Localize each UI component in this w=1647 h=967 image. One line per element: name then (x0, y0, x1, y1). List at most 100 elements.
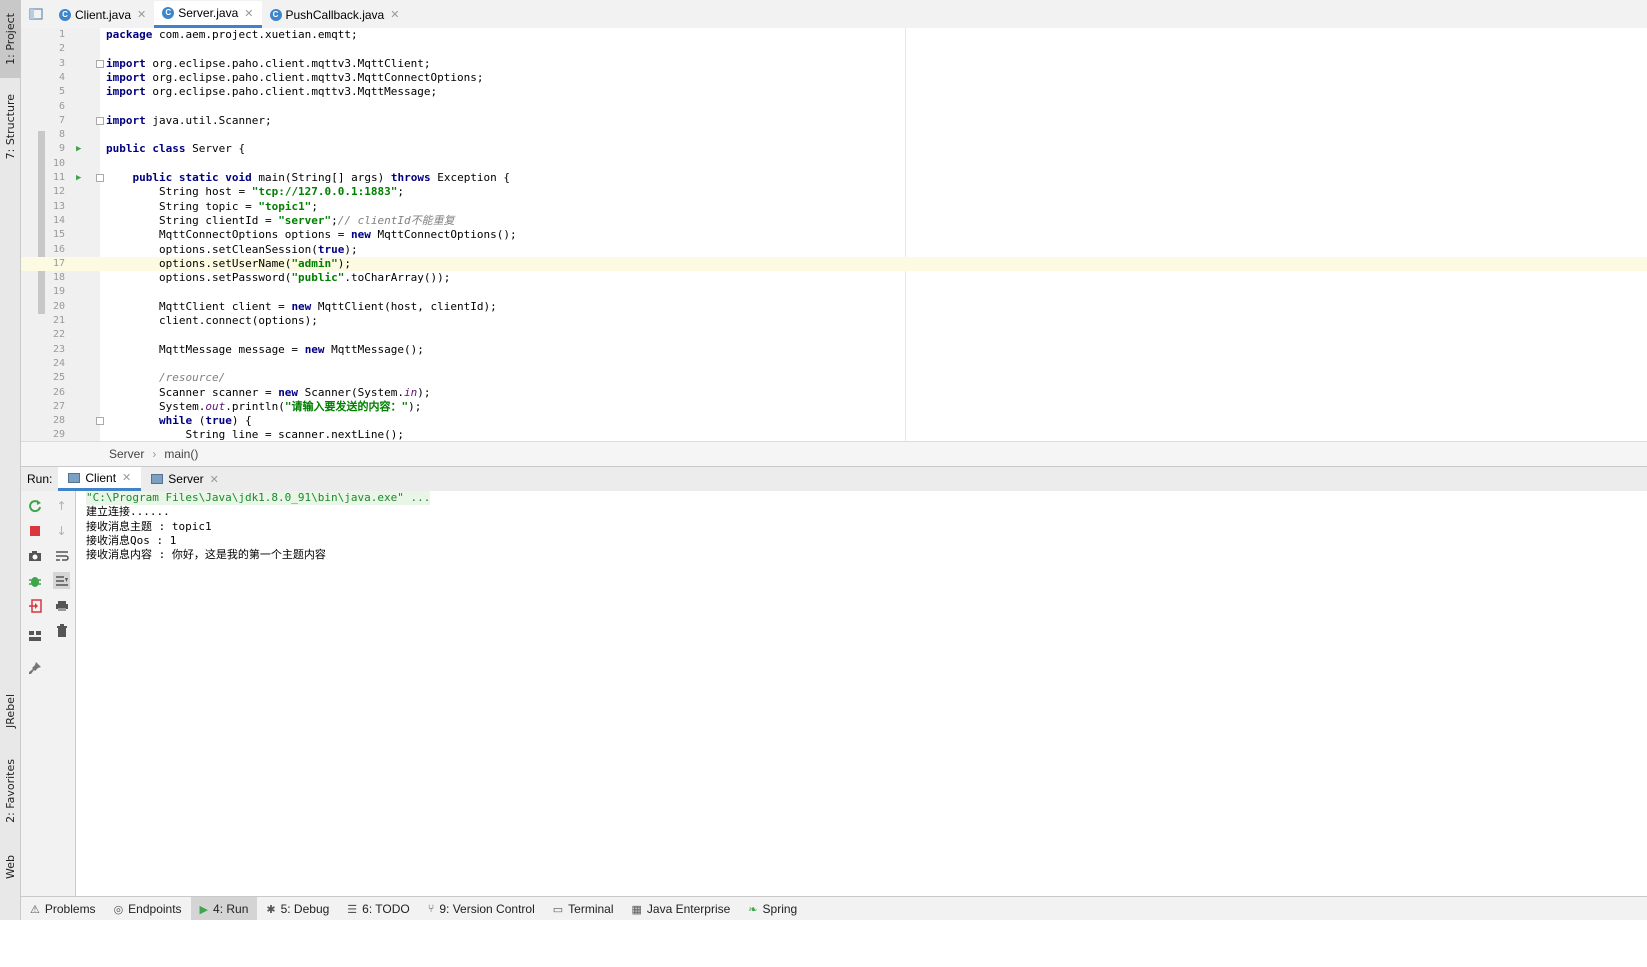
code-line[interactable]: 19 (21, 285, 1647, 299)
run-gutter-icon[interactable]: ▶ (76, 142, 81, 156)
tool-debug[interactable]: ✱ 5: Debug (257, 897, 338, 921)
dump-threads-button[interactable] (26, 547, 43, 564)
code-line[interactable]: 25 /resource/ (21, 371, 1647, 385)
code-line[interactable]: 8 (21, 128, 1647, 142)
tool-tab-web[interactable]: Web (0, 845, 20, 889)
code-line[interactable]: 1 package com.aem.project.xuetian.emqtt; (21, 28, 1647, 42)
restore-layout-button[interactable] (26, 627, 43, 644)
java-enterprise-icon: ▦ (631, 903, 642, 916)
tool-tab-web-label: Web (3, 855, 17, 879)
code-text: import java.util.Scanner; (106, 113, 272, 127)
close-icon[interactable]: ✕ (137, 8, 146, 21)
clear-all-button[interactable] (53, 622, 70, 639)
run-tab-server[interactable]: Server ✕ (141, 467, 229, 491)
scroll-down-button[interactable]: ↓ (53, 522, 70, 539)
scroll-up-button[interactable]: ↑ (53, 497, 70, 514)
line-number: 21 (52, 315, 65, 326)
console-line: 接收消息内容 : 你好，这是我的第一个主题内容 (86, 548, 326, 562)
scroll-to-end-button[interactable] (53, 572, 70, 589)
code-line[interactable]: 22 (21, 328, 1647, 342)
code-line[interactable]: 3 import org.eclipse.paho.client.mqttv3.M… (21, 57, 1647, 71)
run-tab-server-label: Server (168, 472, 204, 486)
console-line: 接收消息主题 : topic1 (86, 519, 212, 533)
tool-run[interactable]: ▶ 4: Run (190, 897, 258, 921)
code-text: public class Server { (106, 142, 246, 156)
line-number: 29 (52, 429, 65, 441)
tool-version-control[interactable]: ⑂ 9: Version Control (419, 897, 544, 921)
code-line[interactable]: 17 options.setUserName("admin"); (21, 256, 1647, 272)
tool-version-control-label: 9: Version Control (439, 902, 535, 916)
fold-icon[interactable] (96, 116, 104, 125)
pin-tab-button[interactable] (26, 659, 43, 676)
code-line[interactable]: 5 import org.eclipse.paho.client.mqttv3.M… (21, 85, 1647, 99)
exit-button[interactable] (26, 597, 43, 614)
code-line[interactable]: 2 (21, 42, 1647, 56)
code-text: options.setCleanSession(true); (106, 242, 358, 256)
breadcrumb-class[interactable]: Server (109, 447, 144, 461)
code-line[interactable]: 14 String clientId = "server";// clientI… (21, 214, 1647, 228)
code-line[interactable]: 24 (21, 357, 1647, 371)
tab-pushcallback-java[interactable]: C PushCallback.java ✕ (262, 1, 408, 28)
code-line[interactable]: 9 ▶ public class Server { (21, 142, 1647, 156)
code-line[interactable]: 20 MqttClient client = new MqttClient(ho… (21, 300, 1647, 314)
code-line[interactable]: 7 import java.util.Scanner; (21, 114, 1647, 128)
print-button[interactable] (53, 597, 70, 614)
rerun-button[interactable] (26, 497, 43, 514)
soft-wrap-icon (55, 550, 69, 561)
code-line[interactable]: 13 String topic = "topic1"; (21, 200, 1647, 214)
breadcrumb-method[interactable]: main() (164, 447, 198, 461)
exit-icon (28, 598, 42, 613)
tool-spring[interactable]: ❧ Spring (739, 897, 806, 921)
fold-icon[interactable] (96, 417, 104, 426)
tool-tab-favorites[interactable]: 2: Favorites (0, 752, 20, 830)
code-line[interactable]: 16 options.setCleanSession(true); (21, 243, 1647, 257)
code-line[interactable]: 4 import org.eclipse.paho.client.mqttv3.M… (21, 71, 1647, 85)
code-text: options.setPassword("public".toCharArray… (106, 271, 451, 285)
line-number: 6 (58, 100, 65, 112)
stop-button[interactable] (26, 522, 43, 539)
console-output[interactable]: "C:\Program Files\Java\jdk1.8.0_91\bin\j… (76, 491, 1647, 896)
line-number: 11 (52, 172, 65, 183)
soft-wrap-button[interactable] (53, 547, 70, 564)
close-icon[interactable]: ✕ (390, 8, 399, 21)
code-line[interactable]: 28 while (true) { (21, 414, 1647, 428)
tool-tab-structure[interactable]: 7: Structure (0, 88, 20, 166)
chevron-right-icon: › (152, 447, 157, 461)
debug-settings-button[interactable] (26, 572, 43, 589)
editor-tabs-menu[interactable] (21, 0, 51, 28)
tool-problems[interactable]: ⚠ Problems (21, 897, 105, 921)
tool-endpoints[interactable]: ◎ Endpoints (105, 897, 191, 921)
run-panel-header: Run: Client ✕ Server ✕ (21, 466, 1647, 492)
code-line[interactable]: 15 MqttConnectOptions options = new Mqtt… (21, 228, 1647, 242)
code-line[interactable]: 26 Scanner scanner = new Scanner(System.… (21, 386, 1647, 400)
code-line[interactable]: 12 String host = "tcp://127.0.0.1:1883"; (21, 185, 1647, 199)
fold-icon[interactable] (96, 174, 104, 182)
code-line[interactable]: 27 System.out.println("请输入要发送的内容："); (21, 400, 1647, 414)
tab-server-java-label: Server.java (178, 6, 239, 20)
tab-client-java[interactable]: C Client.java ✕ (51, 1, 154, 28)
tool-todo[interactable]: ☰ 6: TODO (338, 897, 418, 921)
tool-java-enterprise[interactable]: ▦ Java Enterprise (623, 897, 740, 921)
code-line[interactable]: 11 ▶ public static void main(String[] arg… (21, 171, 1647, 185)
code-editor[interactable]: 1 package com.aem.project.xuetian.emqtt; 2… (21, 28, 1647, 441)
run-gutter-icon[interactable]: ▶ (76, 171, 81, 185)
code-line[interactable]: 23 MqttMessage message = new MqttMessage… (21, 343, 1647, 357)
tool-tab-project-label: 1: Project (3, 13, 17, 65)
code-line[interactable]: 18 options.setPassword("public".toCharAr… (21, 271, 1647, 285)
close-icon[interactable]: ✕ (210, 473, 219, 486)
tool-endpoints-label: Endpoints (128, 902, 182, 916)
fold-icon[interactable] (96, 59, 104, 68)
code-text: MqttClient client = new MqttClient(host,… (106, 299, 497, 313)
tool-terminal[interactable]: ▭ Terminal (544, 897, 623, 921)
code-line[interactable]: 6 (21, 100, 1647, 114)
code-line[interactable]: 21 client.connect(options); (21, 314, 1647, 328)
code-text: client.connect(options); (106, 314, 318, 327)
code-line[interactable]: 29 String line = scanner.nextLine(); (21, 428, 1647, 441)
close-icon[interactable]: ✕ (122, 471, 131, 484)
tab-server-java[interactable]: C Server.java ✕ (154, 1, 262, 28)
code-line[interactable]: 10 (21, 157, 1647, 171)
close-icon[interactable]: ✕ (244, 7, 253, 20)
tool-tab-jrebel[interactable]: JRebel (0, 684, 20, 738)
run-tab-client[interactable]: Client ✕ (58, 467, 142, 491)
tool-tab-project[interactable]: 1: Project (0, 0, 20, 78)
